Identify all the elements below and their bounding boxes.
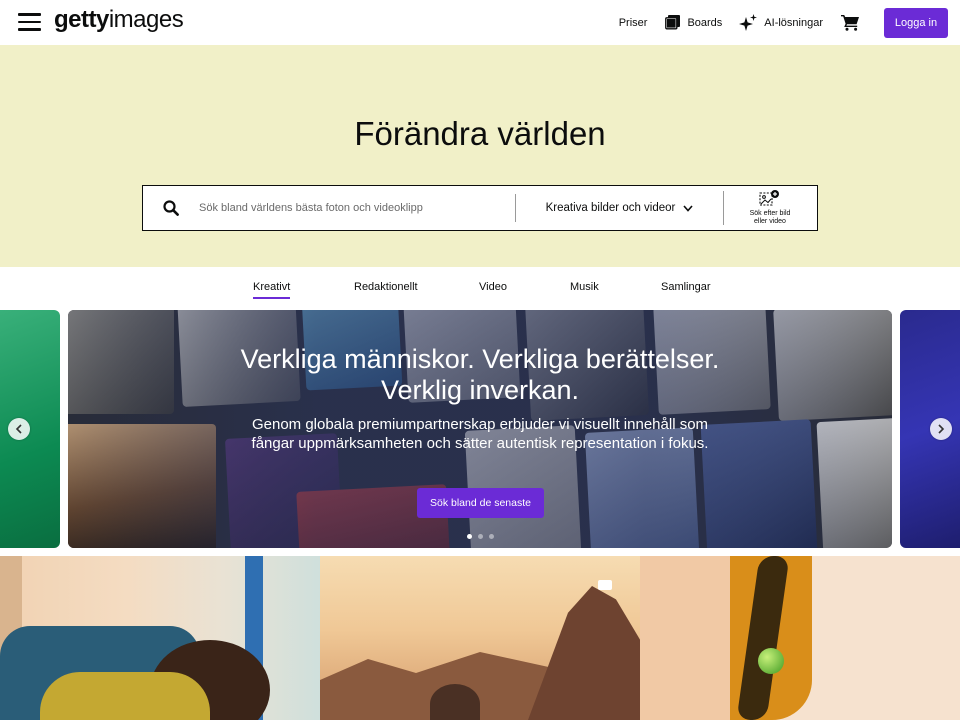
pricing-label: Priser	[618, 16, 648, 29]
slide-headline-line-2: Verklig inverkan.	[380, 375, 580, 405]
search-type-label: Kreativa bilder och videor	[545, 202, 676, 214]
boards-link[interactable]: Boards	[665, 15, 722, 30]
search-icon	[163, 200, 179, 216]
ai-solutions-link[interactable]: AI-lösningar	[738, 13, 823, 32]
tab-samlingar[interactable]: Samlingar	[661, 281, 711, 293]
featured-image-landscape[interactable]	[320, 556, 640, 720]
carousel-next-button[interactable]	[930, 418, 952, 440]
carousel-prev-button[interactable]	[8, 418, 30, 440]
tab-redaktionellt[interactable]: Redaktionellt	[354, 281, 418, 293]
ai-solutions-label: AI-lösningar	[764, 16, 823, 29]
boards-icon	[665, 15, 681, 30]
featured-image-abstract[interactable]	[640, 556, 960, 720]
chevron-left-icon	[15, 424, 22, 434]
tab-video[interactable]: Video	[479, 281, 507, 293]
login-button[interactable]: Logga in	[884, 7, 948, 38]
featured-carousel: Verkliga människor. Verkliga berättelser…	[0, 310, 960, 550]
content-type-tabs: Kreativt Redaktionellt Video Musik Samli…	[0, 267, 960, 310]
gettyimages-logo[interactable]: gettyimages	[54, 6, 184, 34]
visual-search-button[interactable]: Sök efter bild eller video	[724, 186, 816, 230]
slide-description: Genom globala premiumpartnerskap erbjude…	[251, 416, 709, 452]
slide-headline-line-1: Verkliga människor. Verkliga berättelser…	[240, 344, 720, 374]
pagination-dot[interactable]	[488, 534, 494, 539]
slide-headline: Verkliga människor. Verkliga berättelser…	[68, 344, 892, 406]
boards-label: Boards	[687, 16, 723, 29]
hamburger-menu-icon[interactable]	[18, 13, 41, 31]
carousel-pagination	[68, 534, 892, 539]
chevron-right-icon	[938, 424, 945, 434]
hero-title: Förändra världen	[354, 115, 606, 152]
top-navigation-bar: gettyimages Priser Boards AI-lösningar L…	[0, 0, 960, 45]
hero-banner: Förändra världen Kreativa bilder och vid…	[0, 45, 960, 267]
visual-search-label-2: eller video	[754, 218, 786, 225]
cart-icon	[841, 15, 859, 31]
chevron-down-icon	[683, 204, 693, 212]
header-actions: Priser Boards AI-lösningar Logga in	[619, 0, 948, 45]
image-search-icon	[759, 190, 779, 206]
search-latest-button[interactable]: Sök bland de senaste	[417, 488, 544, 518]
sparkle-icon	[739, 13, 758, 31]
cart-button[interactable]	[841, 14, 866, 31]
search-button[interactable]	[143, 186, 199, 230]
visual-search-label-1: Sök efter bild	[749, 210, 791, 217]
carousel-slide: Verkliga människor. Verkliga berättelser…	[68, 310, 892, 548]
tab-kreativt[interactable]: Kreativt	[253, 281, 291, 299]
pricing-link[interactable]: Priser	[619, 17, 648, 29]
search-type-dropdown[interactable]: Kreativa bilder och videor	[516, 186, 723, 230]
pagination-dot[interactable]	[477, 534, 483, 539]
pagination-dot[interactable]	[466, 534, 472, 539]
tab-musik[interactable]: Musik	[570, 281, 599, 293]
search-input[interactable]	[199, 186, 515, 230]
featured-image-portrait[interactable]	[0, 556, 320, 720]
search-bar: Kreativa bilder och videor Sök efter bil…	[142, 185, 818, 231]
featured-image-row	[0, 556, 960, 720]
